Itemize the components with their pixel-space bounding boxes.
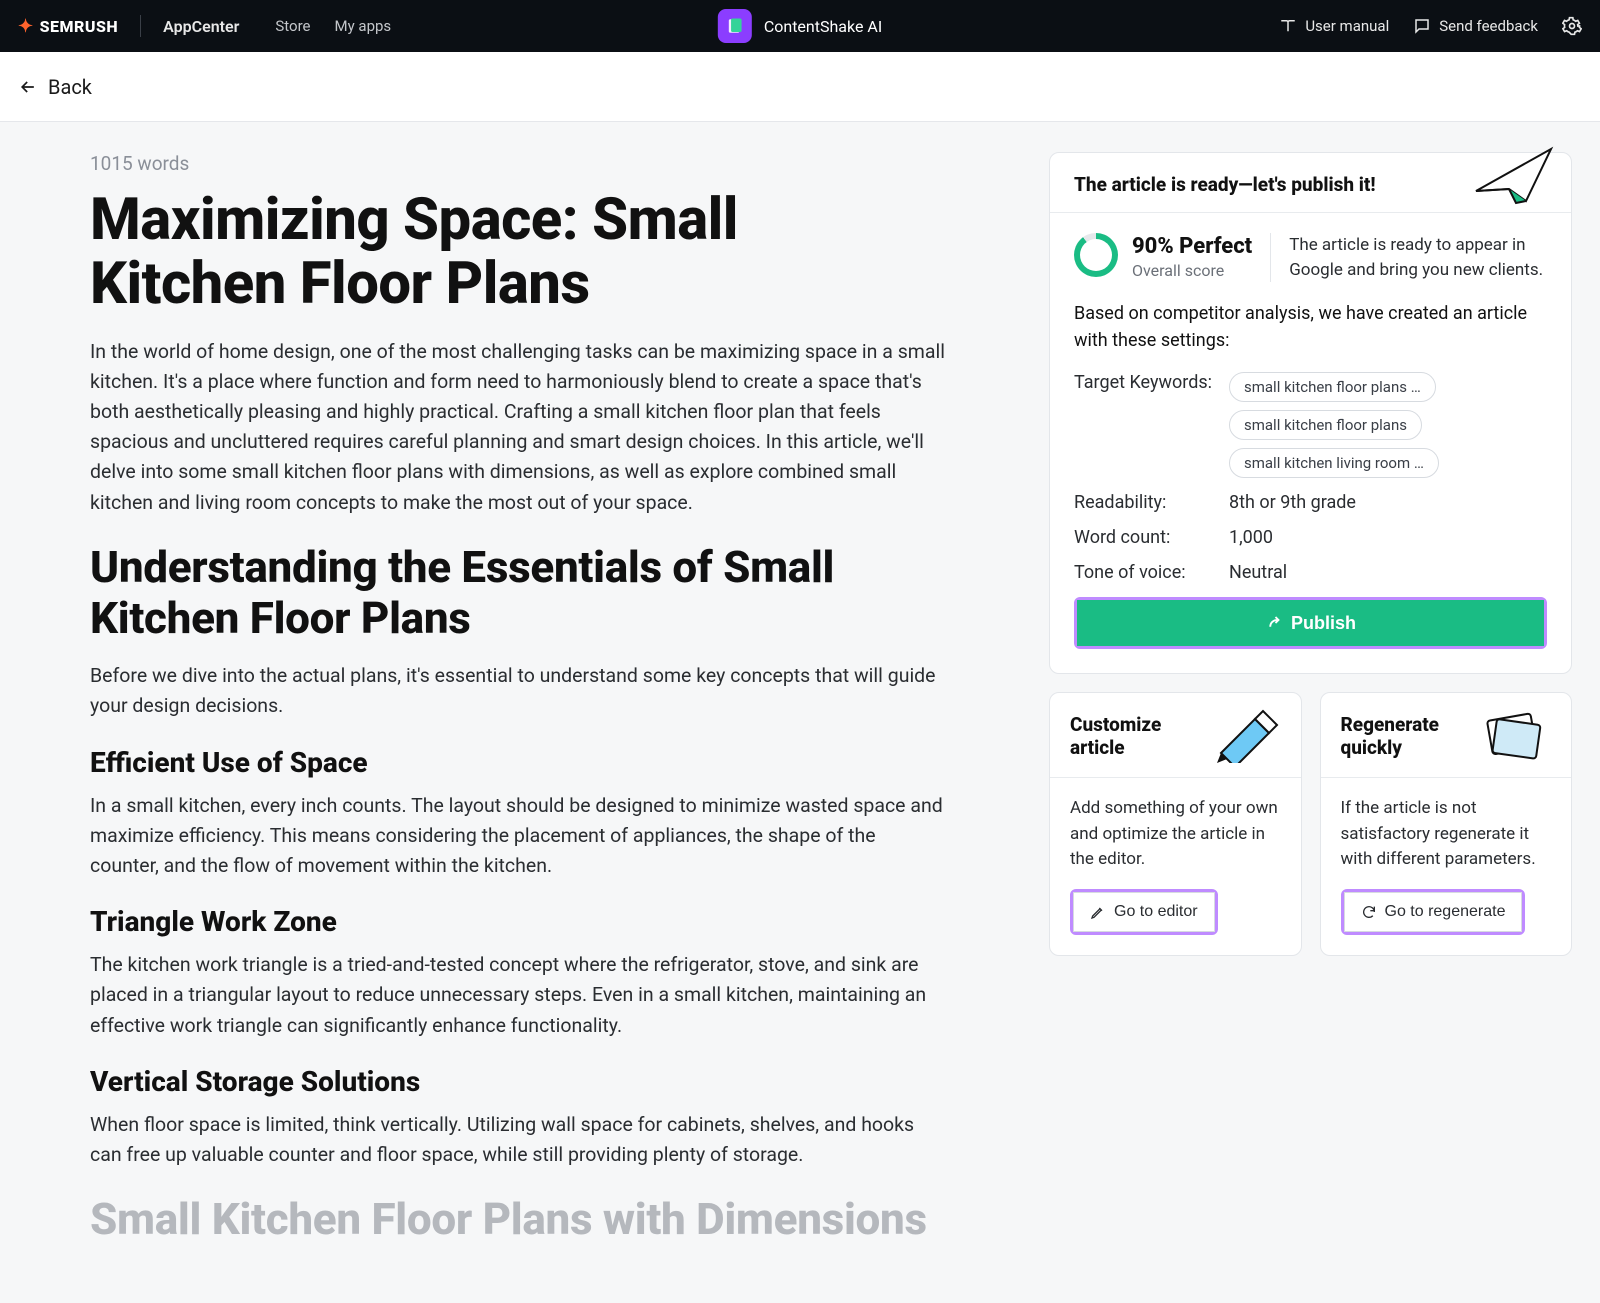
regenerate-label: Go to regenerate bbox=[1385, 903, 1506, 921]
article-p4: When floor space is limited, think verti… bbox=[90, 1110, 945, 1170]
user-manual-label: User manual bbox=[1305, 17, 1389, 35]
customize-card: Customize article Add something of your … bbox=[1049, 692, 1302, 956]
panel-body: 90% Perfect Overall score The article is… bbox=[1050, 213, 1571, 673]
readability-label: Readability: bbox=[1074, 492, 1229, 513]
refresh-icon bbox=[1361, 904, 1377, 920]
app-icon bbox=[718, 9, 752, 43]
brand-text: SEMRUSH bbox=[40, 17, 119, 36]
regenerate-card: Regenerate quickly If the article is not… bbox=[1320, 692, 1573, 956]
send-feedback-link[interactable]: Send feedback bbox=[1413, 17, 1538, 35]
tone-label: Tone of voice: bbox=[1074, 562, 1229, 583]
subheading-1: Efficient Use of Space bbox=[90, 746, 945, 779]
customize-title: Customize article bbox=[1070, 713, 1201, 761]
pencil-illustration-icon bbox=[1211, 709, 1281, 763]
backbar: Back bbox=[0, 52, 1600, 122]
customize-desc: Add something of your own and optimize t… bbox=[1070, 796, 1281, 873]
section-heading-1: Understanding the Essentials of Small Ki… bbox=[90, 542, 945, 643]
article-title: Maximizing Space: Small Kitchen Floor Pl… bbox=[90, 189, 945, 317]
nav-myapps[interactable]: My apps bbox=[335, 17, 392, 35]
share-arrow-icon bbox=[1265, 614, 1283, 632]
go-to-editor-button[interactable]: Go to editor bbox=[1073, 892, 1215, 932]
flame-icon: ✦ bbox=[18, 16, 34, 37]
back-button[interactable]: Back bbox=[18, 75, 92, 99]
article-column: 1015 words Maximizing Space: Small Kitch… bbox=[0, 122, 1035, 1303]
regenerate-title: Regenerate quickly bbox=[1341, 713, 1466, 761]
publish-panel: The article is ready—let's publish it! 9… bbox=[1049, 152, 1572, 674]
action-cards: Customize article Add something of your … bbox=[1049, 692, 1572, 956]
keyword-chip[interactable]: small kitchen floor plans … bbox=[1229, 372, 1436, 402]
nav-store[interactable]: Store bbox=[275, 17, 310, 35]
word-count: 1015 words bbox=[90, 152, 945, 175]
publish-label: Publish bbox=[1291, 613, 1356, 634]
score-ring-icon bbox=[1074, 233, 1118, 277]
tone-row: Tone of voice: Neutral bbox=[1074, 562, 1547, 583]
article-p2: In a small kitchen, every inch counts. T… bbox=[90, 791, 945, 882]
wordcount-label: Word count: bbox=[1074, 527, 1229, 548]
message-icon bbox=[1413, 17, 1431, 35]
gear-icon bbox=[1562, 16, 1582, 36]
keywords-label: Target Keywords: bbox=[1074, 372, 1229, 478]
edit-icon bbox=[1090, 904, 1106, 920]
subheading-2: Triangle Work Zone bbox=[90, 905, 945, 938]
keywords-row: Target Keywords: small kitchen floor pla… bbox=[1074, 372, 1547, 478]
brand-group: ✦ SEMRUSH AppCenter bbox=[18, 15, 239, 37]
keyword-chip[interactable]: small kitchen floor plans bbox=[1229, 410, 1422, 440]
main: 1015 words Maximizing Space: Small Kitch… bbox=[0, 122, 1600, 1303]
article-p1: Before we dive into the actual plans, it… bbox=[90, 661, 945, 721]
article-intro: In the world of home design, one of the … bbox=[90, 337, 945, 518]
editor-highlight: Go to editor bbox=[1070, 889, 1218, 935]
user-manual-link[interactable]: User manual bbox=[1279, 17, 1389, 35]
settings-button[interactable] bbox=[1562, 16, 1582, 36]
subheading-3: Vertical Storage Solutions bbox=[90, 1065, 945, 1098]
topbar-right: User manual Send feedback bbox=[1279, 16, 1582, 36]
score-description: The article is ready to appear in Google… bbox=[1289, 233, 1547, 282]
keywords-wrap: small kitchen floor plans … small kitche… bbox=[1229, 372, 1547, 478]
send-feedback-label: Send feedback bbox=[1439, 17, 1538, 35]
appcenter-link[interactable]: AppCenter bbox=[163, 17, 239, 36]
vertical-divider bbox=[140, 15, 141, 37]
score-divider bbox=[1270, 233, 1271, 282]
arrow-left-icon bbox=[18, 77, 38, 97]
topbar: ✦ SEMRUSH AppCenter Store My apps Conten… bbox=[0, 0, 1600, 52]
regenerate-highlight: Go to regenerate bbox=[1341, 889, 1526, 935]
panel-header: The article is ready—let's publish it! bbox=[1050, 153, 1571, 213]
book-icon bbox=[1279, 17, 1297, 35]
based-on-text: Based on competitor analysis, we have cr… bbox=[1074, 300, 1547, 354]
tone-value: Neutral bbox=[1229, 562, 1287, 583]
readability-row: Readability: 8th or 9th grade bbox=[1074, 492, 1547, 513]
publish-highlight: Publish bbox=[1074, 597, 1547, 649]
publish-button[interactable]: Publish bbox=[1077, 600, 1544, 646]
keyword-chip[interactable]: small kitchen living room … bbox=[1229, 448, 1439, 478]
nav-links: Store My apps bbox=[275, 17, 391, 35]
back-label: Back bbox=[48, 75, 92, 99]
wordcount-value: 1,000 bbox=[1229, 527, 1273, 548]
app-name: ContentShake AI bbox=[764, 17, 882, 36]
paper-plane-icon bbox=[1471, 141, 1561, 211]
current-app[interactable]: ContentShake AI bbox=[718, 9, 882, 43]
semrush-logo[interactable]: ✦ SEMRUSH bbox=[18, 16, 118, 37]
wordcount-row: Word count: 1,000 bbox=[1074, 527, 1547, 548]
readability-value: 8th or 9th grade bbox=[1229, 492, 1356, 513]
sidebar-column: The article is ready—let's publish it! 9… bbox=[1035, 122, 1600, 1303]
score-value: 90% Perfect bbox=[1132, 233, 1252, 261]
editor-label: Go to editor bbox=[1114, 903, 1198, 921]
pages-illustration-icon bbox=[1475, 709, 1551, 763]
regenerate-desc: If the article is not satisfactory regen… bbox=[1341, 796, 1552, 873]
go-to-regenerate-button[interactable]: Go to regenerate bbox=[1344, 892, 1523, 932]
section-heading-2: Small Kitchen Floor Plans with Dimension… bbox=[90, 1194, 945, 1245]
score-row: 90% Perfect Overall score The article is… bbox=[1074, 233, 1547, 282]
score-label: Overall score bbox=[1132, 261, 1252, 281]
panel-title: The article is ready—let's publish it! bbox=[1074, 173, 1376, 196]
article-p3: The kitchen work triangle is a tried-and… bbox=[90, 950, 945, 1041]
score-text: 90% Perfect Overall score bbox=[1132, 233, 1252, 281]
